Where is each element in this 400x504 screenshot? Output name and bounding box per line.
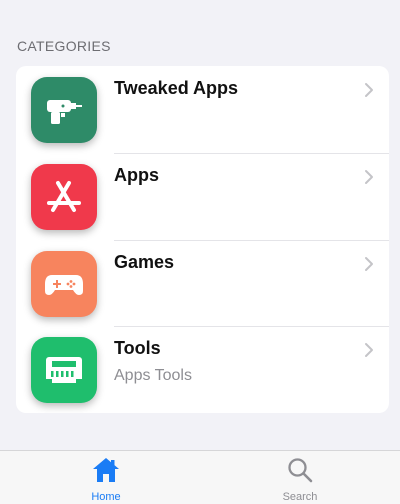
category-title: Tweaked Apps	[114, 78, 239, 98]
app-store-icon	[31, 163, 97, 230]
category-row-tools[interactable]: Tools Apps Tools	[16, 326, 389, 413]
chevron-right-icon	[365, 83, 373, 97]
chevron-right-icon	[365, 343, 373, 358]
categories-screen: CATEGORIES Tweaked Apps Apps Games Tools…	[0, 0, 400, 504]
drill-icon	[31, 77, 97, 143]
categories-list: Tweaked Apps Apps Games Tools Apps Tools	[16, 66, 389, 413]
category-row-apps[interactable]: Apps	[16, 152, 389, 240]
toolbox-icon	[31, 337, 97, 404]
category-title: Apps	[114, 164, 159, 185]
category-row-games[interactable]: Games	[16, 239, 389, 327]
category-title: Games	[114, 251, 175, 272]
house-icon	[93, 458, 119, 482]
tab-search-label: Search	[282, 491, 318, 503]
category-subtitle: Apps Tools	[114, 367, 192, 385]
magnifier-icon	[288, 458, 313, 483]
gamepad-icon	[31, 250, 97, 317]
section-header: CATEGORIES	[17, 38, 111, 54]
tab-home-label: Home	[91, 491, 121, 503]
chevron-right-icon	[365, 169, 373, 184]
category-row-tweaked-apps[interactable]: Tweaked Apps	[16, 66, 389, 153]
chevron-right-icon	[365, 256, 373, 271]
tab-bar: Home Search	[0, 450, 400, 504]
category-title: Tools	[114, 338, 161, 359]
tab-search[interactable]: Search	[240, 455, 360, 503]
tab-home[interactable]: Home	[46, 455, 166, 503]
